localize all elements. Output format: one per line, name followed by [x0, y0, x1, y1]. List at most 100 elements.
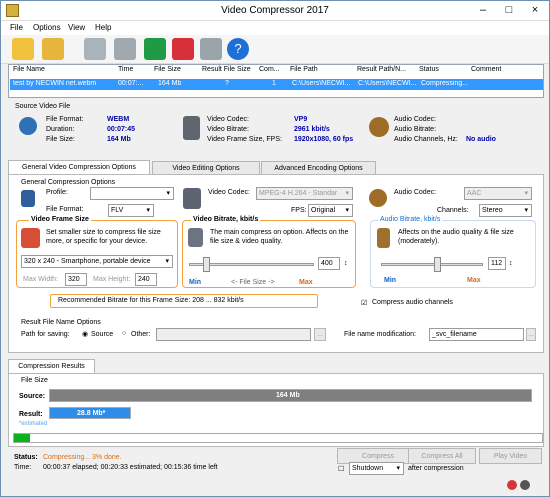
row-result-size: ? — [225, 80, 229, 87]
header-file-size[interactable]: File Size — [154, 66, 181, 73]
audio-channels-label: Audio Channels, Hz: — [394, 136, 458, 143]
browse-path-button[interactable]: ... — [314, 328, 326, 341]
source-file-icon — [19, 117, 37, 135]
tab-advanced-encoding[interactable]: Advanced Encoding Options — [261, 161, 376, 175]
video-bitrate-stepper[interactable]: ↕ — [344, 260, 348, 267]
row-size: 164 Mb — [158, 80, 182, 87]
speaker-icon — [369, 117, 389, 137]
file-format-select[interactable]: FLV — [108, 204, 154, 217]
video-bitrate-icon — [188, 228, 203, 247]
other-radio-label: Other: — [131, 331, 151, 338]
channels-select[interactable]: Stereo — [479, 204, 532, 217]
other-path-field[interactable] — [156, 328, 311, 341]
other-radio[interactable]: ○ — [122, 330, 126, 337]
stop-compression-icon[interactable] — [172, 38, 194, 60]
audio-bitrate-description: Affects on the audio quality & file size… — [398, 229, 514, 245]
filename-mod-field[interactable]: _svc_filename — [429, 328, 524, 341]
video-codec-label: Video Codec: — [207, 116, 249, 123]
source-format: WEBM — [107, 116, 130, 123]
row-comp: 1 — [272, 80, 276, 87]
open-folder-icon[interactable] — [42, 38, 64, 60]
header-comp[interactable]: Com... — [259, 66, 280, 73]
toolbar: ? — [1, 35, 549, 64]
status-text: Compressing... 3% done. — [43, 454, 122, 461]
source-format-label: File Format: — [46, 116, 84, 123]
results-file-size-label: File Size — [21, 377, 48, 384]
menu-help[interactable]: Help — [95, 23, 111, 32]
estimated-label: *estimated — [19, 421, 48, 427]
audio-bitrate-icon — [377, 228, 390, 248]
frame-size-select[interactable]: 320 x 240 - Smartphone, portable device — [21, 255, 173, 268]
frame-size-description: Set smaller size to compress file size m… — [46, 229, 161, 245]
header-result-path[interactable]: Result Path/N... — [357, 66, 406, 73]
profile-select[interactable] — [90, 187, 174, 200]
bitrate-min-label: Min — [189, 279, 202, 286]
header-file-path[interactable]: File Path — [290, 66, 318, 73]
row-file-path: C:\Users\NECWI... — [292, 80, 351, 87]
duration-value: 00:07:45 — [107, 126, 136, 133]
result-label: Result: — [19, 411, 43, 418]
max-width-field[interactable]: 320 — [65, 273, 87, 286]
status-label: Status: — [14, 454, 38, 461]
minimize-button[interactable]: – — [470, 2, 496, 18]
video-codec-select[interactable]: MPEG-4 H.264 - Standar — [256, 187, 353, 200]
result-size-value: 28.8 Mb* — [77, 410, 106, 417]
source-radio[interactable]: ◉ — [82, 330, 88, 338]
max-height-field[interactable]: 240 — [135, 273, 157, 286]
menu-view[interactable]: View — [68, 23, 85, 32]
help-icon[interactable]: ? — [227, 38, 249, 60]
filename-mod-label: File name modification: — [344, 331, 416, 338]
compress-audio-checkbox[interactable]: ☑ — [361, 299, 367, 307]
frame-label: Video Frame Size, FPS: — [207, 136, 282, 143]
compress-audio-label: Compress audio channels — [372, 299, 453, 306]
header-status[interactable]: Status — [419, 66, 439, 73]
file-list[interactable]: File Name Time File Size Result File Siz… — [8, 64, 544, 98]
channels-label: Channels: — [437, 207, 469, 214]
audio-codec-label: Audio Codec: — [394, 116, 437, 123]
tab-general-compression[interactable]: General Video Compression Options — [8, 160, 150, 175]
header-file-name[interactable]: File Name — [13, 66, 45, 73]
maximize-button[interactable]: □ — [496, 2, 522, 18]
video-bitrate-thumb[interactable] — [203, 257, 210, 272]
tab-compression-results[interactable]: Compression Results — [8, 359, 95, 374]
tab-video-editing[interactable]: Video Editing Options — [152, 161, 260, 175]
compress-all-button[interactable]: Compress All — [408, 448, 476, 464]
video-bitrate-heading: Video Bitrate, kbit/s — [191, 216, 261, 223]
shutdown-checkbox[interactable]: ☐ — [338, 465, 344, 473]
audio-codec-select[interactable]: AAC — [464, 187, 532, 200]
profile-label: Profile: — [46, 189, 68, 196]
play-video-icon[interactable] — [200, 38, 222, 60]
app-window: Video Compressor 2017 – □ × File Options… — [0, 0, 550, 497]
audio-bitrate-thumb[interactable] — [434, 257, 441, 272]
open-file-icon[interactable] — [12, 38, 34, 60]
audio-bitrate-slider[interactable] — [381, 263, 483, 266]
time-label: Time: — [14, 464, 32, 471]
remove-file-icon[interactable] — [84, 38, 106, 60]
menu-bar: File Options View Help — [1, 21, 549, 35]
frame-size-heading: Video Frame Size — [29, 216, 91, 223]
duration-label: Duration: — [46, 126, 75, 133]
header-time[interactable]: Time — [118, 66, 133, 73]
audio-bitrate-value[interactable]: 112 — [488, 257, 506, 270]
play-video-button[interactable]: Play Video — [479, 448, 542, 464]
compression-progress-bar — [13, 433, 543, 443]
header-result-size[interactable]: Result File Size — [202, 66, 251, 73]
shutdown-select[interactable]: Shutdown — [349, 462, 404, 475]
fps-select[interactable]: Original — [308, 204, 353, 217]
close-window-button[interactable]: × — [522, 2, 548, 18]
result-options-heading: Result File Name Options — [21, 319, 101, 326]
start-compression-icon[interactable] — [144, 38, 166, 60]
audio-max-label: Max — [467, 277, 481, 284]
table-row[interactable]: test by NECWIN net.webm 00:07:... 164 Mb… — [10, 79, 543, 90]
clear-list-icon[interactable] — [114, 38, 136, 60]
compression-progress-fill — [14, 434, 30, 442]
audio-codec-select-label: Audio Codec: — [394, 189, 437, 196]
audio-bitrate-stepper[interactable]: ↕ — [509, 260, 513, 267]
recommended-bitrate-text: Recommended Bitrate for this Frame Size:… — [58, 297, 244, 304]
filename-mod-button[interactable]: ... — [526, 328, 536, 341]
menu-file[interactable]: File — [10, 23, 23, 32]
video-bitrate-value[interactable]: 400 — [318, 257, 340, 270]
menu-options[interactable]: Options — [33, 23, 61, 32]
frame-value: 1920x1080, 60 fps — [294, 136, 354, 143]
header-comment[interactable]: Comment — [471, 66, 501, 73]
